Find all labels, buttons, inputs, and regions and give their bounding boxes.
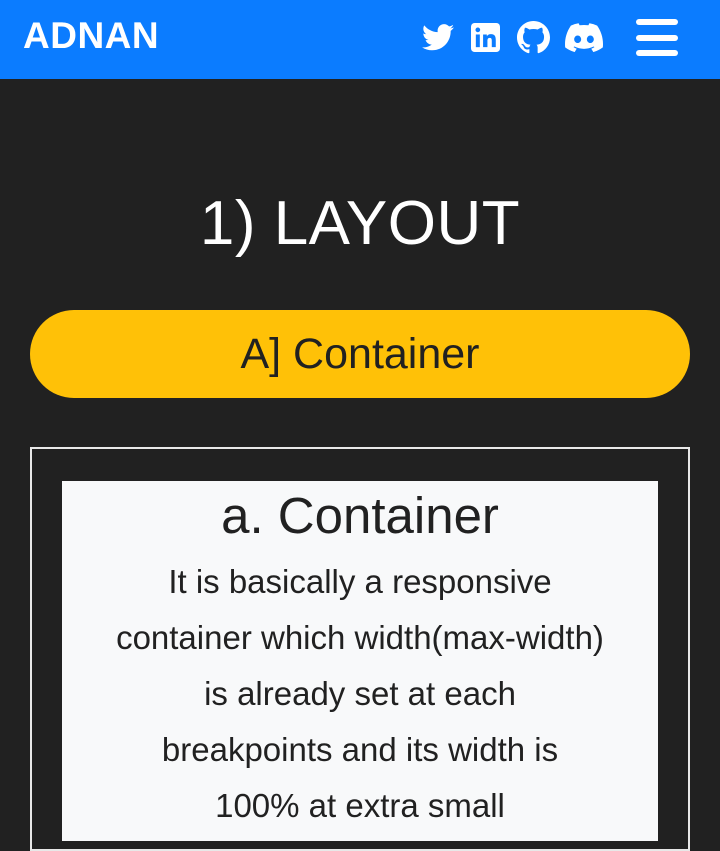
twitter-icon[interactable]: [422, 24, 454, 51]
hamburger-menu-icon[interactable]: [636, 19, 678, 56]
card-text: It is basically a responsive container w…: [116, 563, 604, 824]
hamburger-bar: [636, 50, 678, 56]
discord-icon[interactable]: [565, 23, 603, 52]
section-title: 1) LAYOUT: [199, 189, 521, 258]
subsection-pill[interactable]: A] Container: [30, 310, 690, 398]
hamburger-bar: [636, 19, 678, 25]
container-card: a. Container It is basically a responsiv…: [62, 481, 658, 841]
nav-links: [422, 19, 678, 56]
card-title: a. Container: [221, 487, 499, 544]
linkedin-icon[interactable]: [471, 23, 500, 52]
hamburger-bar: [636, 34, 678, 41]
top-navbar: ADNAN: [0, 0, 720, 79]
brand-logo[interactable]: ADNAN: [23, 15, 159, 57]
github-icon[interactable]: [517, 21, 550, 54]
